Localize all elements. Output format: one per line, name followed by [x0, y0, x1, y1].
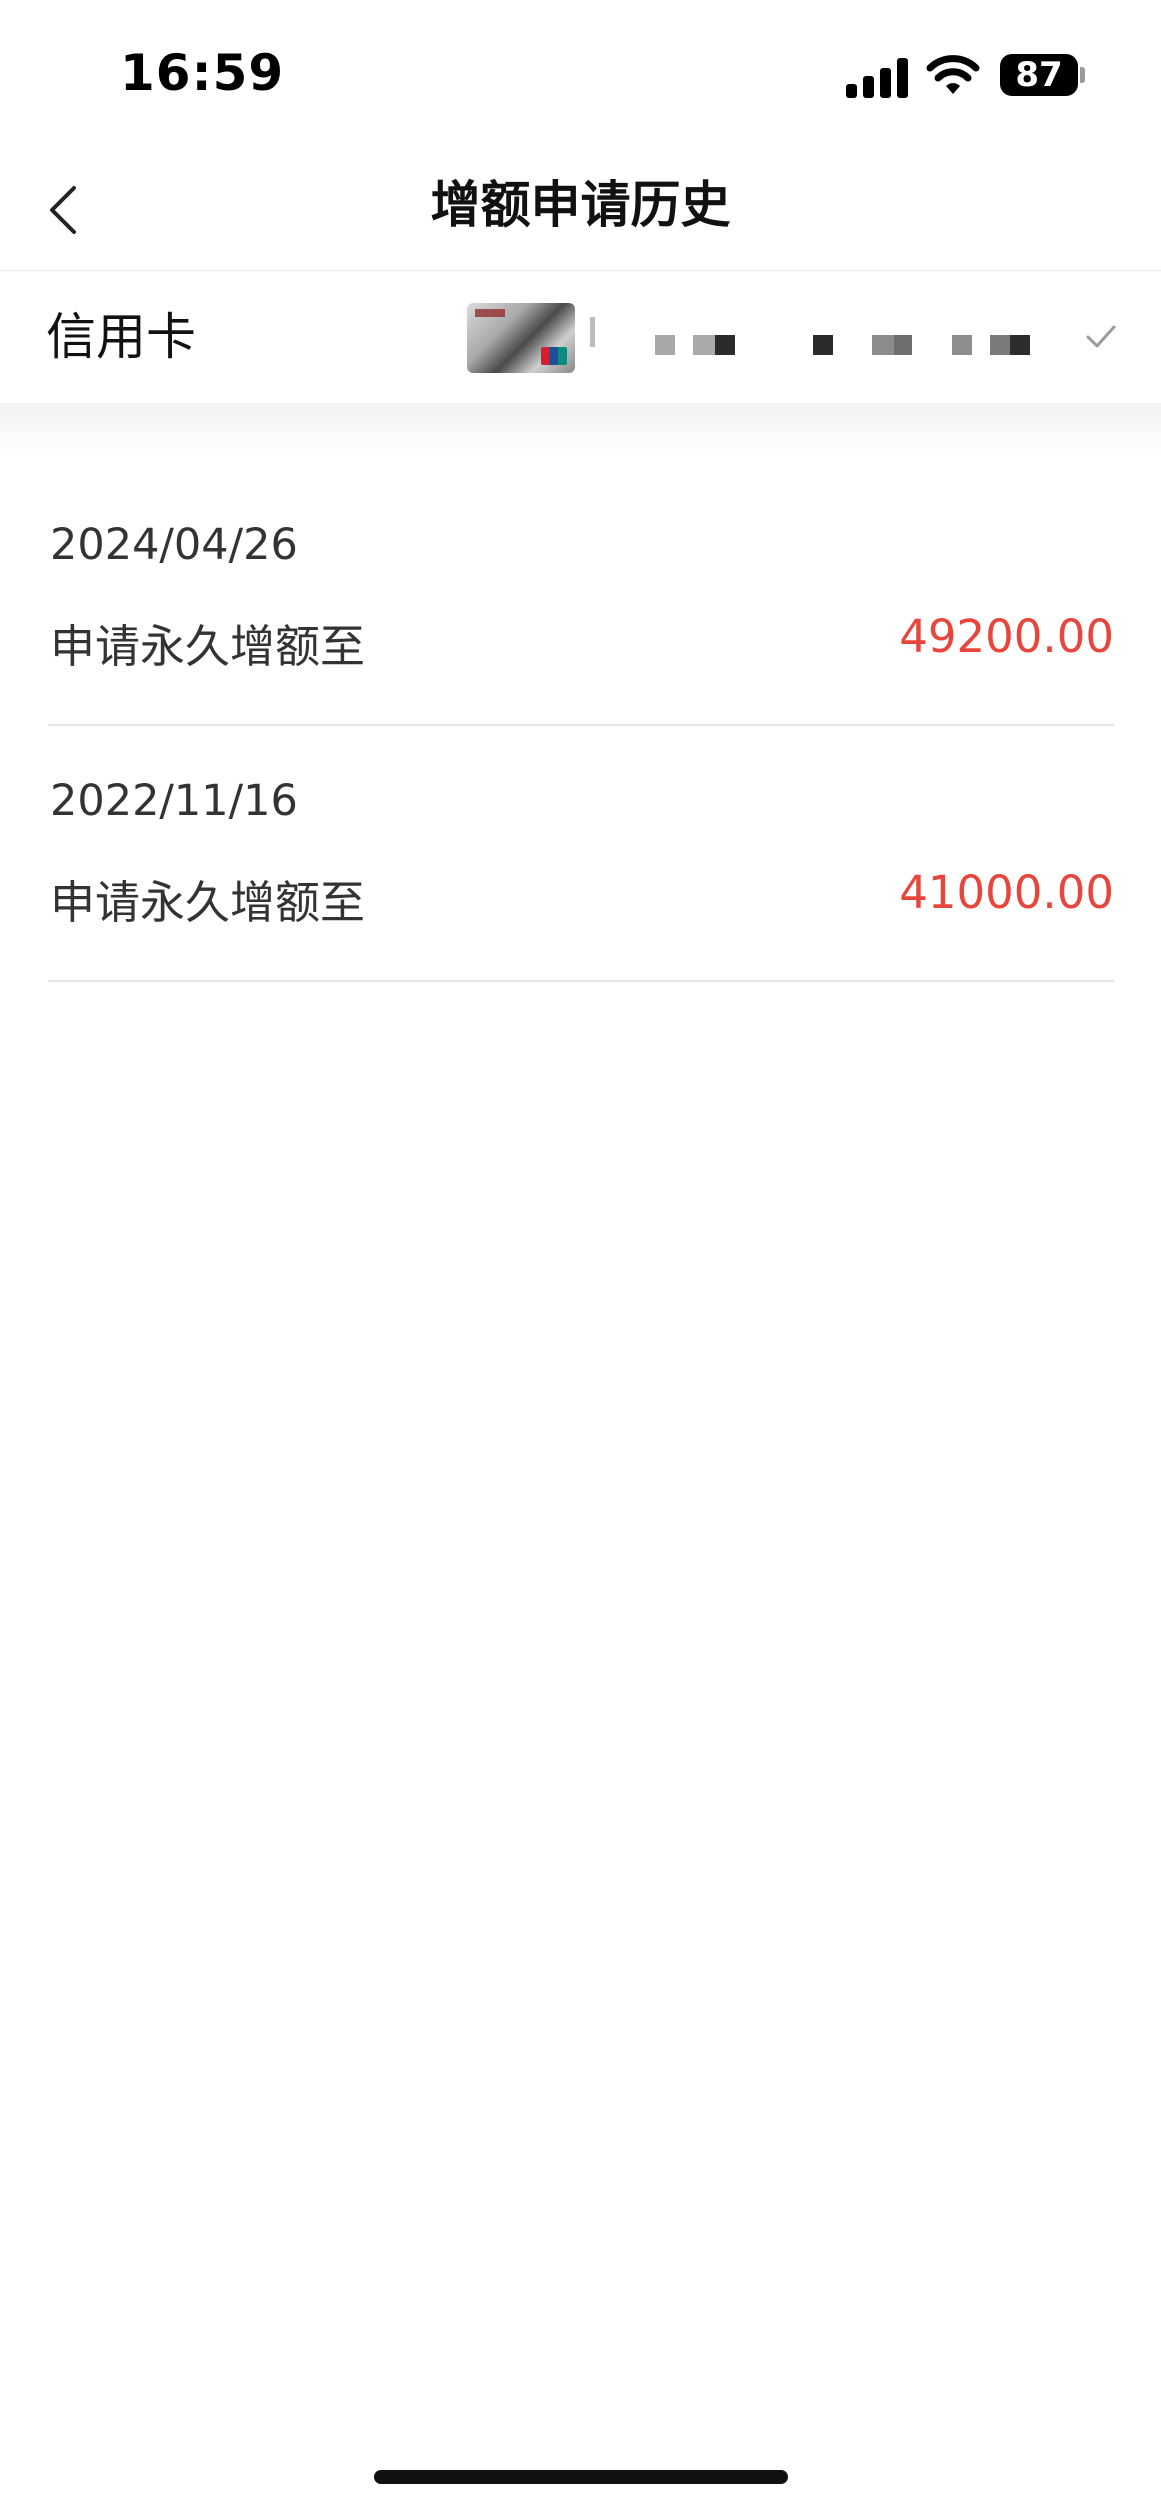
check-icon [1086, 325, 1116, 348]
status-bar: 16:59 87 [0, 0, 1161, 150]
section-divider [0, 403, 1161, 453]
cellular-signal-icon [846, 56, 908, 98]
battery-level: 87 [1015, 55, 1063, 95]
history-date: 2022/11/16 [50, 776, 298, 826]
unionpay-logo [541, 347, 567, 365]
navigation-bar: 增额申请历史 [0, 150, 1161, 271]
history-amount: 41000.00 [899, 866, 1114, 919]
history-description: 申请永久增额至 [50, 876, 366, 929]
card-selector-label: 信用卡 [46, 308, 196, 366]
home-indicator[interactable] [374, 2470, 788, 2484]
bank-logo [475, 309, 505, 317]
history-date: 2024/04/26 [50, 520, 298, 570]
history-description: 申请永久增额至 [50, 620, 366, 673]
history-item[interactable]: 2022/11/16 申请永久增额至 41000.00 [48, 726, 1114, 982]
app-screen: 16:59 87 增额申请历史 信用卡 2024/04/26 申请永久增额至 4… [0, 0, 1161, 2512]
credit-card-image [467, 303, 575, 373]
history-amount: 49200.00 [899, 610, 1114, 663]
wifi-icon [926, 55, 980, 94]
history-item[interactable]: 2024/04/26 申请永久增额至 49200.00 [48, 470, 1114, 726]
battery-icon: 87 [1000, 54, 1078, 96]
card-selector[interactable]: 信用卡 [0, 271, 1161, 403]
status-time: 16:59 [120, 44, 285, 102]
history-list: 2024/04/26 申请永久增额至 49200.00 2022/11/16 申… [48, 470, 1114, 982]
page-title: 增额申请历史 [430, 176, 731, 234]
battery-tip [1080, 67, 1085, 83]
